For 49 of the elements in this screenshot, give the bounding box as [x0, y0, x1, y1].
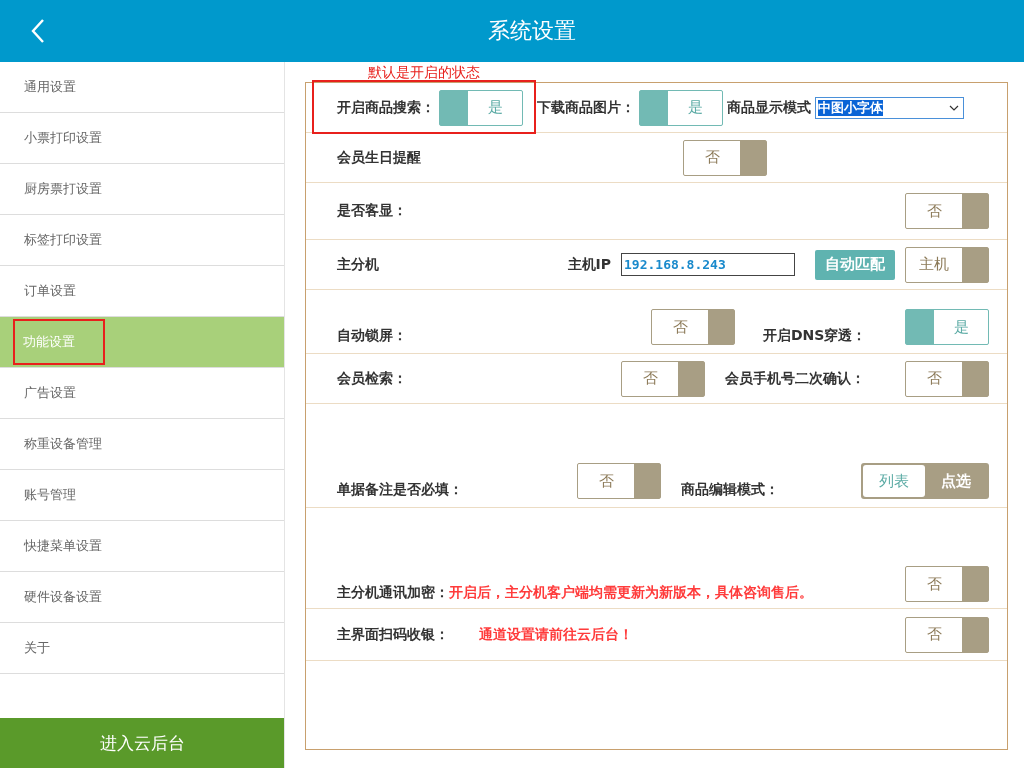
setting-label: 开启DNS穿透： — [763, 327, 868, 345]
warning-note: 通道设置请前往云后台！ — [479, 625, 633, 644]
sidebar-item[interactable]: 账号管理 — [0, 470, 284, 521]
toggle-switch[interactable]: 否 — [905, 566, 989, 602]
ip-input-field[interactable]: 192.168.8.243 — [621, 253, 795, 276]
setting-label: 商品显示模式 — [727, 98, 811, 117]
sidebar-item[interactable]: 硬件设备设置 — [0, 572, 284, 623]
toggle-switch[interactable]: 否 — [621, 360, 705, 397]
sidebar-item[interactable]: 小票打印设置 — [0, 113, 284, 164]
setting-label: 会员手机号二次确认： — [725, 369, 866, 388]
sidebar-item[interactable]: 标签打印设置 — [0, 215, 284, 266]
display-mode-select[interactable]: 中图小字体 — [815, 96, 964, 119]
toggle-switch[interactable]: 是 — [639, 89, 723, 126]
sidebar-item[interactable]: 快捷菜单设置 — [0, 521, 284, 572]
toggle-switch[interactable]: 是 — [905, 309, 989, 345]
setting-label: 主分机 — [337, 255, 379, 274]
toggle-switch[interactable]: 是 — [439, 89, 523, 126]
annotation-note: 默认是开启的状态 — [368, 63, 481, 82]
setting-label: 主机IP — [567, 255, 611, 274]
toggle-switch[interactable]: 否 — [905, 193, 989, 229]
setting-label: 下载商品图片： — [537, 98, 635, 117]
chevron-down-icon — [949, 104, 959, 111]
toggle-switch[interactable]: 否 — [905, 616, 989, 653]
setting-label: 商品编辑模式： — [681, 481, 780, 499]
segment-option[interactable]: 点选 — [925, 465, 987, 497]
sidebar-item[interactable]: 广告设置 — [0, 368, 284, 419]
setting-label: 会员生日提醒 — [337, 148, 421, 167]
setting-label: 会员检索： — [337, 369, 407, 388]
warning-note: 开启后，主分机客户端均需更新为新版本，具体咨询售后。 — [449, 584, 813, 602]
segment-option[interactable]: 列表 — [863, 465, 925, 497]
toggle-switch[interactable]: 否 — [651, 309, 735, 345]
sidebar-item[interactable]: 厨房票打设置 — [0, 164, 284, 215]
toggle-switch[interactable]: 否 — [905, 360, 989, 397]
toggle-switch[interactable]: 主机 — [905, 246, 989, 283]
setting-label: 开启商品搜索： — [337, 98, 435, 117]
cloud-backend-button[interactable]: 进入云后台 — [0, 718, 284, 768]
setting-label: 主分机通讯加密： — [337, 584, 449, 602]
page-title: 系统设置 — [488, 17, 576, 45]
setting-label: 自动锁屏： — [337, 327, 407, 345]
sidebar-item[interactable]: 关于 — [0, 623, 284, 674]
toggle-switch[interactable]: 否 — [577, 463, 661, 499]
sidebar-item[interactable]: 称重设备管理 — [0, 419, 284, 470]
sidebar-item[interactable]: 通用设置 — [0, 62, 284, 113]
back-icon[interactable] — [31, 18, 45, 44]
toggle-switch[interactable]: 否 — [683, 139, 767, 176]
setting-label: 主界面扫码收银： — [337, 625, 449, 644]
auto-match-button[interactable]: 自动匹配 — [815, 249, 895, 280]
setting-label: 单据备注是否必填： — [337, 481, 463, 499]
setting-label: 是否客显： — [337, 202, 407, 220]
